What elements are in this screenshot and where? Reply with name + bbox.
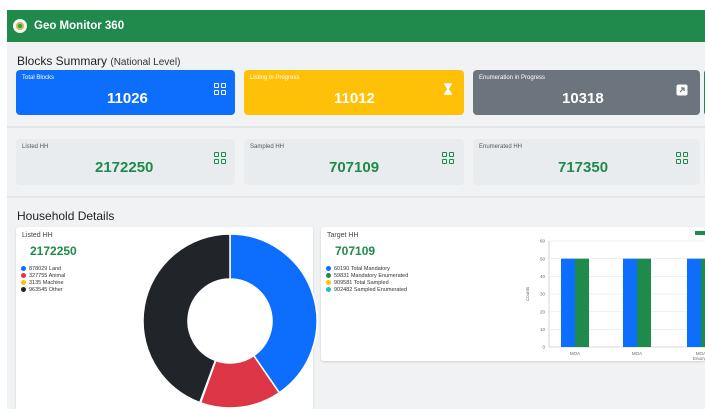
hourglass-icon [444,83,452,95]
blocks-summary-subtitle: (National Level) [110,57,181,68]
x-tick-label: MOA [632,351,642,356]
x-tick-label: MOA [696,351,705,356]
blocks-summary-title: Blocks Summary [17,54,108,68]
enumerated-hh-value: 717350 [558,159,609,176]
y-tick-label: 40 [540,274,546,279]
legend-item[interactable]: 60190 Total Mandatory [326,265,408,272]
legend-item[interactable]: 59831 Mandatory Enumerated [326,272,408,279]
legend-dot-icon [21,287,26,292]
legend-dot-icon [21,266,26,271]
bar [561,258,575,347]
enumeration-progress-label: Enumeration in Progress [479,75,546,81]
top-navbar: Geo Monitor 360 [7,10,705,42]
y-tick-label: 20 [540,309,546,314]
main-content: Blocks Summary (National Level) Total Bl… [7,42,705,409]
target-hh-panel: Target HH 707109 60190 Total Mandatory 5… [321,227,705,361]
legend-item[interactable]: 909581 Total Sampled [326,279,408,286]
listed-hh-value: 2172250 [95,159,154,176]
legend-text: 3135 Machine [29,279,64,286]
legend-text: 878029 Land [29,265,62,272]
listed-hh-label: Listed HH [22,144,49,150]
legend-dot-icon [326,273,331,278]
enumerated-hh-card[interactable]: Enumerated HH 717350 [473,139,700,185]
total-blocks-label: Total Blocks [22,75,55,81]
total-blocks-card[interactable]: Total Blocks 11026 [16,70,235,115]
legend-swatch [695,231,705,235]
bar [637,258,651,347]
legend-dot-icon [21,273,26,278]
y-tick-label: 50 [540,256,546,261]
section-divider [7,196,705,198]
y-tick-label: 30 [540,292,546,297]
listing-progress-label: Listing in Progress [250,75,300,81]
enumeration-progress-value: 10318 [562,90,604,107]
sampled-hh-value: 707109 [329,159,380,176]
target-legend: 60190 Total Mandatory 59831 Mandatory En… [326,265,408,293]
household-details-title: Household Details [17,209,115,223]
blocks-summary-heading: Blocks Summary (National Level) [17,54,180,68]
legend-item[interactable]: 902482 Sampled Enumerated [326,286,408,293]
x-axis-title: Enumerat [693,356,705,361]
legend-dot-icon [326,280,331,285]
total-blocks-value: 11026 [107,90,148,107]
legend-text: 963545 Other [29,286,63,293]
legend-dot-icon [326,266,331,271]
app-title: Geo Monitor 360 [34,20,125,32]
grid-icon [442,152,454,164]
target-panel-label: Target HH [327,232,359,239]
section-divider [7,126,705,128]
legend-text: 60190 Total Mandatory [334,265,390,272]
legend-text: 902482 Sampled Enumerated [334,286,408,293]
listed-donut-chart [143,233,318,409]
listed-legend: 878029 Land 327755 Animal 3135 Machine 9… [21,265,65,293]
x-tick-label: MOA [570,351,580,356]
legend-item[interactable]: 3135 Machine [21,279,65,286]
bar [575,258,589,347]
grid-icon [676,152,688,164]
bar [687,258,701,347]
target-panel-value: 707109 [335,244,376,258]
listed-panel-label: Listed HH [22,232,53,239]
listed-hh-card[interactable]: Listed HH 2172250 [16,139,235,185]
legend-text: 327755 Animal [29,272,66,279]
target-bar-chart: 0102030405060CountsEnumeratMOAMOAMOA [525,231,705,361]
bar [701,258,705,347]
sampled-hh-label: Sampled HH [250,144,285,150]
legend-text: 59831 Mandatory Enumerated [334,272,409,279]
enumerated-hh-label: Enumerated HH [479,144,523,150]
y-tick-label: 10 [540,327,546,332]
y-axis-title: Counts [525,286,530,301]
legend-text: 909581 Total Sampled [334,279,389,286]
app-logo-icon[interactable] [13,19,27,33]
page: Geo Monitor 360 Blocks Summary (National… [0,0,705,409]
external-link-icon[interactable] [676,84,688,96]
listing-progress-card[interactable]: Listing in Progress 11012 [244,70,464,115]
sampled-hh-card[interactable]: Sampled HH 707109 [244,139,464,185]
enumeration-progress-card[interactable]: Enumeration in Progress 10318 [473,70,700,115]
grid-icon [214,152,226,164]
legend-item[interactable]: 963545 Other [21,286,65,293]
listed-hh-panel: Listed HH 2172250 878029 Land 327755 Ani… [16,227,318,409]
listing-progress-value: 11012 [334,90,375,107]
bar [623,258,637,347]
grid-icon [214,83,226,95]
y-tick-label: 60 [540,239,546,244]
y-tick-label: 0 [542,345,545,350]
listed-panel-value: 2172250 [30,244,77,258]
legend-dot-icon [326,287,331,292]
legend-dot-icon [21,280,26,285]
legend-item[interactable]: 878029 Land [21,265,65,272]
legend-item[interactable]: 327755 Animal [21,272,65,279]
